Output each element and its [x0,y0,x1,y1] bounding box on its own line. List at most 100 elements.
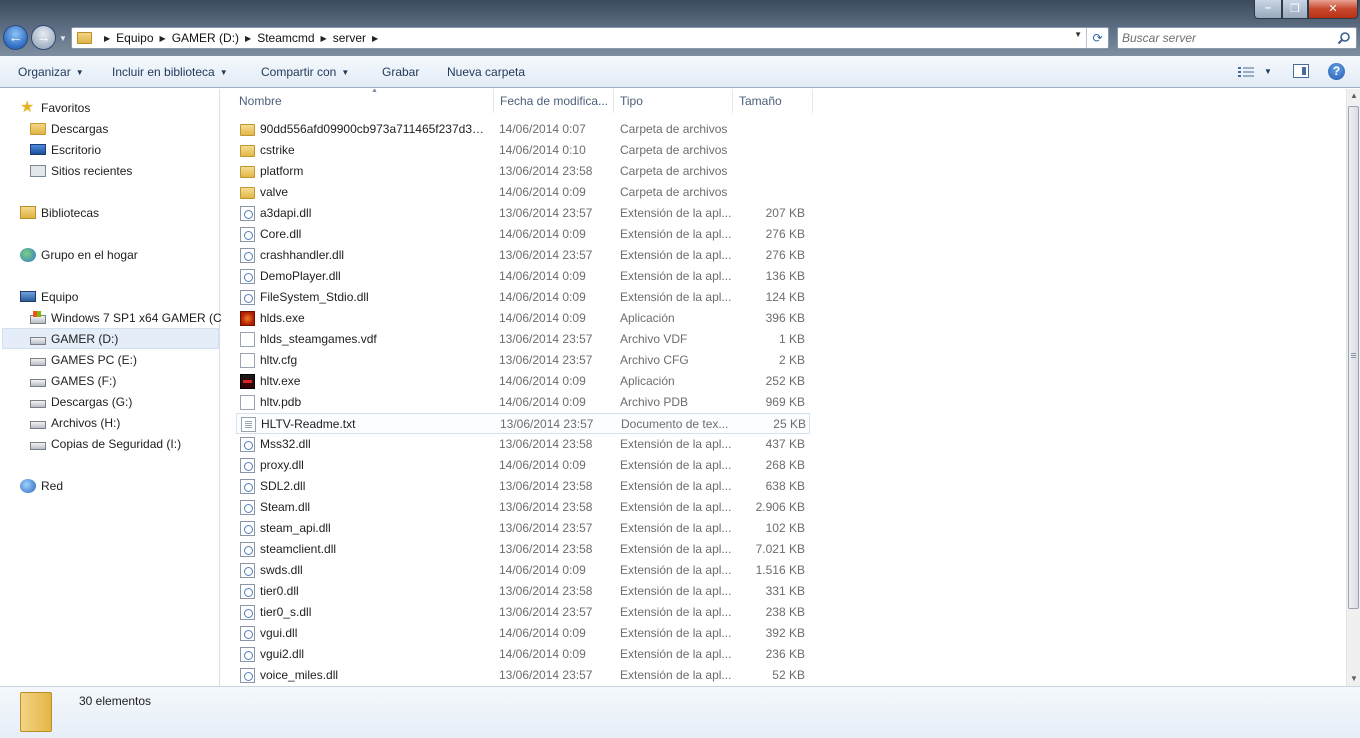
file-row[interactable]: hltv.pdb 14/06/2014 0:09 Archivo PDB 969 KB [236,392,810,413]
view-options-icon[interactable] [1238,66,1254,78]
column-header-type[interactable]: Tipo [614,89,733,113]
new-folder-button[interactable]: Nueva carpeta [447,65,525,79]
sidebar-item-drive-c[interactable]: Windows 7 SP1 x64 GAMER (C:) [30,307,229,328]
breadcrumb-item-server[interactable]: server [333,31,366,45]
scrollbar-thumb[interactable] [1348,106,1359,609]
file-row[interactable]: crashhandler.dll 13/06/2014 23:57 Extensió… [236,245,810,266]
file-row[interactable]: tier0_s.dll 13/06/2014 23:57 Extensión de … [236,602,810,623]
sidebar-item-drive-i[interactable]: Copias de Seguridad (I:) [30,433,181,454]
breadcrumb-item-steamcmd[interactable]: Steamcmd [257,31,314,45]
file-row[interactable]: tier0.dll 13/06/2014 23:58 Extensión de la… [236,581,810,602]
file-name: swds.dll [260,563,303,577]
file-row[interactable]: 90dd556afd09900cb973a711465f237d3b1... 14… [236,119,810,140]
sidebar-item-drive-e[interactable]: GAMES PC (E:) [30,349,137,370]
address-history-dropdown[interactable]: ▼ [1074,30,1082,39]
search-box[interactable] [1117,27,1357,49]
file-date: 13/06/2014 23:57 [499,605,593,619]
vertical-scrollbar[interactable]: ▲ ▼ [1346,89,1360,686]
sidebar-item-network[interactable]: Red [20,475,63,496]
file-type: Extensión de la apl... [620,521,732,535]
file-row[interactable]: swds.dll 14/06/2014 0:09 Extensión de la a… [236,560,810,581]
file-name: HLTV-Readme.txt [261,417,356,431]
sidebar-item-favorites[interactable]: ★ Favoritos [20,97,90,118]
search-input[interactable] [1122,30,1327,46]
sidebar-item-homegroup[interactable]: Grupo en el hogar [20,244,138,265]
file-row[interactable]: steam_api.dll 13/06/2014 23:57 Extensión d… [236,518,810,539]
chevron-right-icon[interactable]: ▶ [104,34,110,43]
file-row[interactable]: proxy.dll 14/06/2014 0:09 Extensión de la … [236,455,810,476]
maximize-button[interactable]: ❐ [1282,0,1308,19]
file-row[interactable]: HLTV-Readme.txt 13/06/2014 23:57 Documento… [236,413,810,434]
recent-pages-dropdown[interactable]: ▼ [59,34,67,43]
scroll-up-arrow-icon[interactable]: ▲ [1347,89,1360,103]
close-button[interactable]: ✕ [1308,0,1358,19]
file-name: FileSystem_Stdio.dll [260,290,369,304]
organize-menu-button[interactable]: Organizar ▼ [18,65,84,79]
breadcrumb-item-equipo[interactable]: Equipo [116,31,153,45]
refresh-button[interactable]: ⟳ [1086,28,1108,48]
file-date: 14/06/2014 0:10 [499,143,586,157]
file-size: 236 KB [765,647,805,661]
scroll-down-arrow-icon[interactable]: ▼ [1347,672,1360,686]
breadcrumb-item-gamer-d[interactable]: GAMER (D:) [172,31,239,45]
column-header-name[interactable]: ▲ Nombre [233,89,494,113]
dll-file-icon [240,206,255,221]
file-size: 638 KB [765,479,805,493]
sidebar-item-libraries[interactable]: Bibliotecas [20,202,99,223]
column-header-size[interactable]: Tamaño [733,89,813,113]
file-row[interactable]: hltv.cfg 13/06/2014 23:57 Archivo CFG 2 KB [236,350,810,371]
back-button[interactable]: ← [3,25,28,50]
minimize-button[interactable]: – [1254,0,1282,19]
blank-file-icon [240,395,255,410]
sidebar-item-computer[interactable]: Equipo [20,286,78,307]
file-row[interactable]: Steam.dll 13/06/2014 23:58 Extensión de la… [236,497,810,518]
file-row[interactable]: steamclient.dll 13/06/2014 23:58 Extensión… [236,539,810,560]
include-library-menu-button[interactable]: Incluir en biblioteca ▼ [112,65,228,79]
help-button[interactable]: ? [1328,63,1345,80]
address-bar[interactable]: ▶ Equipo ▶ GAMER (D:) ▶ Steamcmd ▶ serve… [71,27,1109,49]
chevron-right-icon[interactable]: ▶ [245,34,251,43]
sidebar-item-drive-f[interactable]: GAMES (F:) [30,370,116,391]
share-with-menu-button[interactable]: Compartir con ▼ [261,65,349,79]
file-row[interactable]: FileSystem_Stdio.dll 14/06/2014 0:09 Exten… [236,287,810,308]
file-row[interactable]: SDL2.dll 13/06/2014 23:58 Extensión de la … [236,476,810,497]
sidebar-item-downloads[interactable]: Descargas [30,118,108,139]
sidebar-item-drive-d[interactable]: GAMER (D:) [2,328,219,349]
sidebar-item-drive-g[interactable]: Descargas (G:) [30,391,132,412]
file-row[interactable]: Core.dll 14/06/2014 0:09 Extensión de la a… [236,224,810,245]
file-row[interactable]: Mss32.dll 13/06/2014 23:58 Extensión de la… [236,434,810,455]
file-row[interactable]: voice_miles.dll 13/06/2014 23:57 Extensión… [236,665,810,686]
file-row[interactable]: hltv.exe 14/06/2014 0:09 Aplicación 252 KB [236,371,810,392]
chevron-right-icon[interactable]: ▶ [321,34,327,43]
file-row[interactable]: vgui2.dll 14/06/2014 0:09 Extensión de la … [236,644,810,665]
preview-pane-button[interactable] [1293,64,1309,78]
sidebar-item-desktop[interactable]: Escritorio [30,139,101,160]
sidebar-item-drive-h[interactable]: Archivos (H:) [30,412,120,433]
view-options-dropdown[interactable]: ▼ [1264,67,1272,76]
file-row[interactable]: platform 13/06/2014 23:58 Carpeta de archi… [236,161,810,182]
file-row[interactable]: cstrike 14/06/2014 0:10 Carpeta de archivo… [236,140,810,161]
file-name: hltv.pdb [260,395,302,409]
search-icon[interactable] [1337,31,1351,45]
dll-file-icon [240,269,255,284]
file-row[interactable]: a3dapi.dll 13/06/2014 23:57 Extensión de l… [236,203,810,224]
dll-file-icon [240,563,255,578]
column-header-date[interactable]: Fecha de modifica... [494,89,614,113]
file-row[interactable]: valve 14/06/2014 0:09 Carpeta de archivos [236,182,810,203]
text-file-icon [241,417,256,432]
file-row[interactable]: hlds_steamgames.vdf 13/06/2014 23:57 Archi… [236,329,810,350]
drive-icon [30,357,46,366]
forward-button[interactable]: → [31,25,56,50]
burn-button[interactable]: Grabar [382,65,419,79]
file-row[interactable]: vgui.dll 14/06/2014 0:09 Extensión de la a… [236,623,810,644]
file-date: 14/06/2014 0:09 [499,626,586,640]
sidebar-item-recent[interactable]: Sitios recientes [30,160,132,181]
details-pane: 30 elementos [0,686,1360,738]
chevron-right-icon[interactable]: ▶ [372,34,378,43]
file-row[interactable]: DemoPlayer.dll 14/06/2014 0:09 Extensión d… [236,266,810,287]
file-size: 7.021 KB [755,542,805,556]
file-date: 14/06/2014 0:09 [499,185,586,199]
file-size: 52 KB [772,668,805,682]
file-row[interactable]: hlds.exe 14/06/2014 0:09 Aplicación 396 KB [236,308,810,329]
chevron-right-icon[interactable]: ▶ [160,34,166,43]
